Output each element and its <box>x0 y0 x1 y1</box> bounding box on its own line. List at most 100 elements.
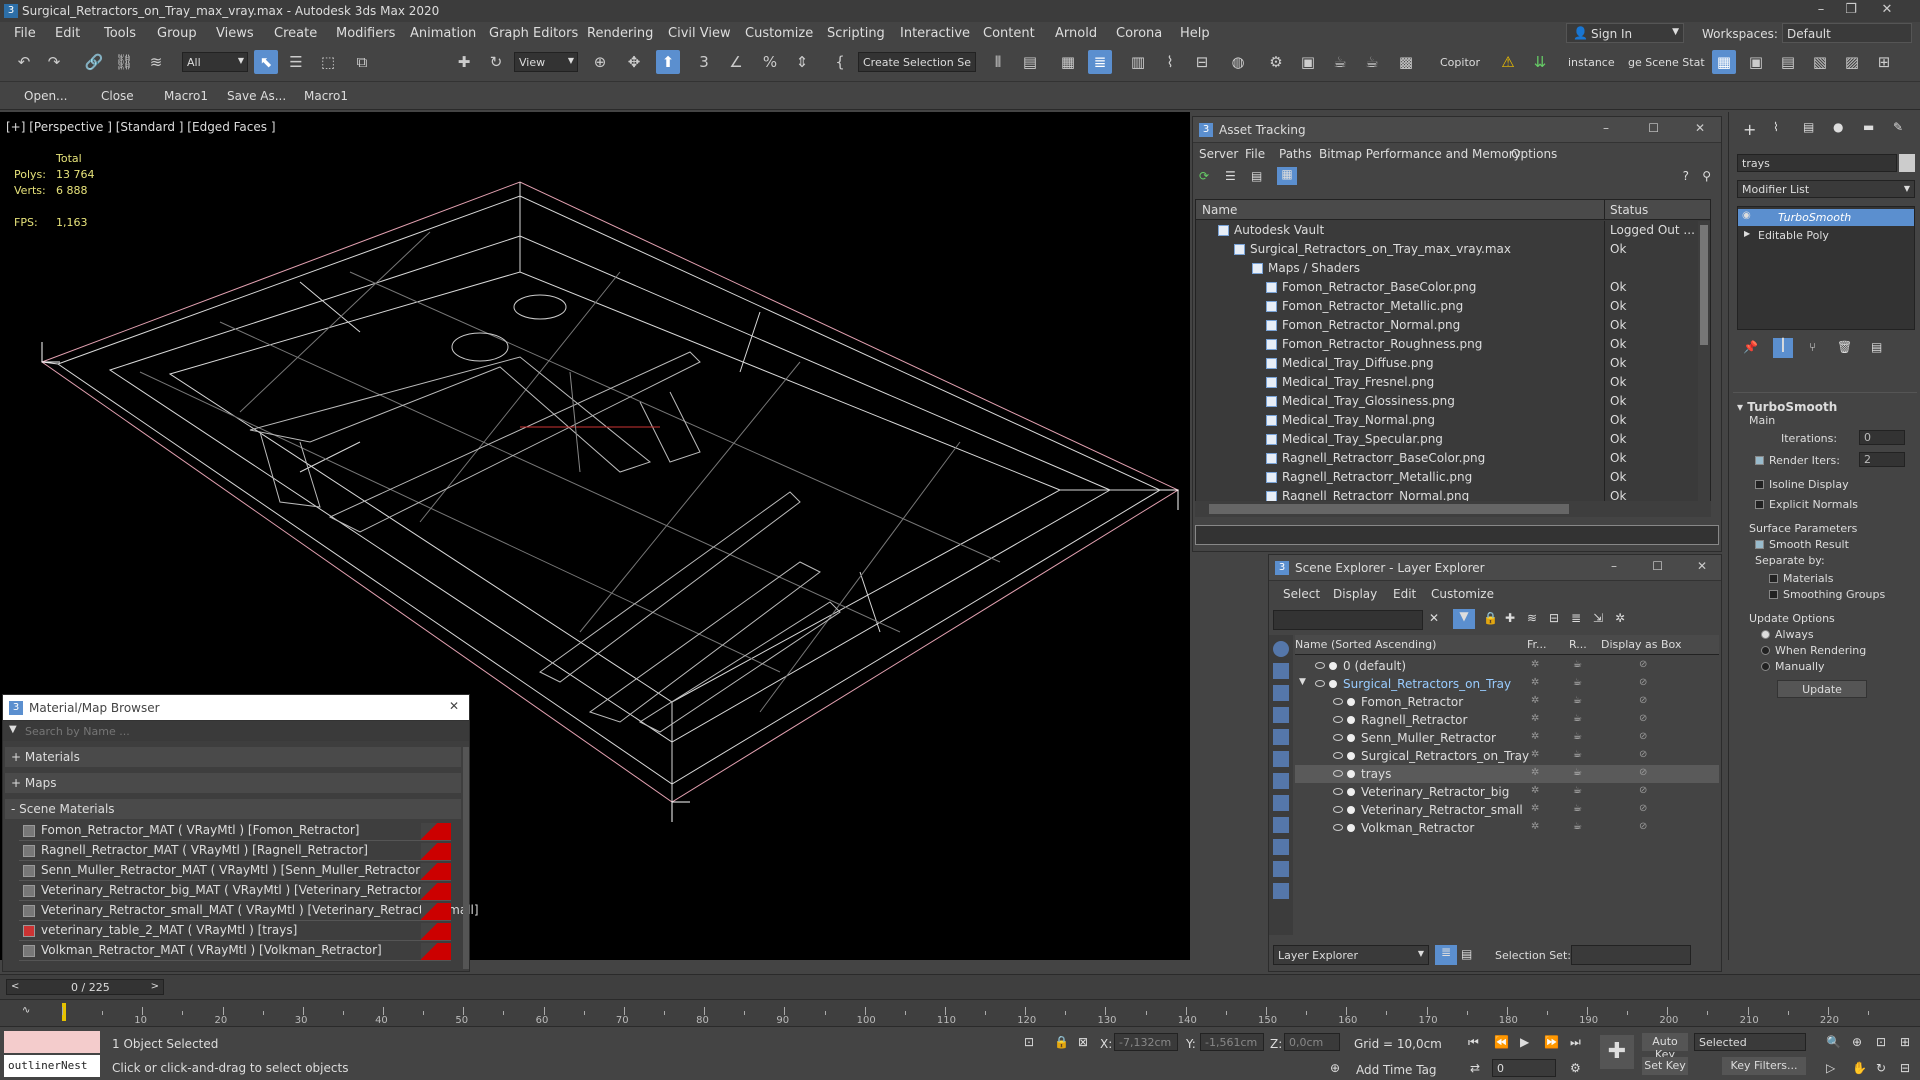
menu-interactive[interactable]: Interactive <box>900 26 970 41</box>
box-icon[interactable]: ⊘ <box>1639 767 1647 778</box>
layer-row[interactable]: Veterinary_Retractor_big ✲ ☕ ⊘ <box>1295 783 1719 801</box>
menu-group[interactable]: Group <box>157 26 197 41</box>
macro1-button-2[interactable]: Macro1 <box>304 89 348 103</box>
zoom-extents-icon[interactable]: ⊡ <box>1876 1035 1886 1049</box>
menu-corona[interactable]: Corona <box>1116 26 1162 41</box>
visibility-eye-icon[interactable] <box>1333 788 1343 795</box>
zoom-icon[interactable]: 🔍 <box>1826 1035 1841 1049</box>
expand-arrow-icon[interactable]: ▶ <box>1744 229 1750 238</box>
bind-space-warp-icon[interactable]: ≋ <box>144 50 168 74</box>
render-icon[interactable]: ☕ <box>1573 731 1582 742</box>
motion-tab-icon[interactable]: ● <box>1833 120 1843 134</box>
maximize-viewport-icon[interactable]: ⊞ <box>1872 50 1896 74</box>
pivot-center-icon[interactable]: ⊕ <box>588 50 612 74</box>
render-icon[interactable]: ☕ <box>1573 659 1582 670</box>
display-spacewarps-icon[interactable] <box>1273 751 1289 767</box>
scene-explorer-mode-icon[interactable]: ▤ <box>1461 947 1472 961</box>
column-renderable[interactable]: R... <box>1569 638 1587 651</box>
z-coordinate-field[interactable]: 0,0cm <box>1284 1033 1340 1051</box>
visibility-eye-icon[interactable] <box>1333 716 1343 723</box>
iterations-spinner[interactable]: 0 <box>1859 430 1905 445</box>
create-selection-set-dropdown[interactable]: Create Selection Se <box>858 52 976 72</box>
time-configuration-icon[interactable]: ⚙ <box>1570 1061 1581 1075</box>
search-options-icon[interactable]: ▼ <box>9 724 17 735</box>
group-scene-materials[interactable]: - Scene Materials <box>5 799 461 819</box>
freeze-icon[interactable]: ✲ <box>1531 767 1539 778</box>
find-field[interactable] <box>1273 610 1423 630</box>
time-slider[interactable]: < 0 / 225 > <box>6 979 164 995</box>
material-item[interactable]: Ragnell_Retractor_MAT ( VRayMtl ) [Ragne… <box>19 843 451 861</box>
listener-input[interactable]: outlinerNest <box>4 1055 100 1077</box>
rollout-title[interactable]: ▾ TurboSmooth <box>1737 400 1837 414</box>
box-icon[interactable]: ⊘ <box>1639 749 1647 760</box>
menu-edit[interactable]: Edit <box>1393 587 1416 601</box>
pan-icon[interactable]: ✋ <box>1852 1061 1867 1075</box>
show-end-result-icon[interactable]: ┃ <box>1773 338 1793 358</box>
layer-row[interactable]: Surgical_Retractors_on_Tray ✲ ☕ ⊘ <box>1295 747 1719 765</box>
lock-icon[interactable]: 🔒 <box>1483 611 1498 625</box>
column-name[interactable]: Name (Sorted Ascending) <box>1295 638 1436 651</box>
visibility-eye-icon[interactable] <box>1315 680 1325 687</box>
material-item[interactable]: Volkman_Retractor_MAT ( VRayMtl ) [Volkm… <box>19 943 451 961</box>
selection-set-dropdown[interactable] <box>1571 945 1691 965</box>
asset-row[interactable]: Fomon_Retractor_Roughness.png Ok <box>1196 335 1710 354</box>
maxscript-listener-mini[interactable] <box>4 1031 100 1053</box>
display-helpers-icon[interactable] <box>1273 729 1289 745</box>
menu-help[interactable]: Help <box>1180 26 1210 41</box>
material-item[interactable]: Veterinary_Retractor_small_MAT ( VRayMtl… <box>19 903 479 921</box>
render-production-icon[interactable]: ☕ <box>1328 50 1352 74</box>
chevron-double-down-icon[interactable]: ⇊ <box>1528 50 1552 74</box>
selection-lock-icon[interactable]: 🔒 <box>1054 1035 1069 1049</box>
lock-viewport-icon[interactable]: ▤ <box>1776 50 1800 74</box>
visibility-eye-icon[interactable] <box>1315 662 1325 669</box>
group-maps[interactable]: + Maps <box>5 773 461 793</box>
stack-item-turbosmooth[interactable]: ◉ TurboSmooth <box>1738 209 1914 226</box>
menu-file[interactable]: File <box>14 26 36 41</box>
x-coordinate-field[interactable]: -7,132cm <box>1114 1033 1178 1051</box>
render-icon[interactable]: ☕ <box>1573 785 1582 796</box>
prev-frame-icon[interactable]: < <box>11 981 19 992</box>
play-icon[interactable]: ▶ <box>1520 1035 1529 1049</box>
make-unique-icon[interactable]: ⑂ <box>1809 340 1816 354</box>
asset-row[interactable]: Fomon_Retractor_Normal.png Ok <box>1196 316 1710 335</box>
material-item[interactable]: Senn_Muller_Retractor_MAT ( VRayMtl ) [S… <box>19 863 451 881</box>
remove-modifier-icon[interactable]: 🗑 <box>1837 340 1852 354</box>
asset-row[interactable]: Surgical_Retractors_on_Tray_max_vray.max… <box>1196 240 1710 259</box>
curve-editor-icon[interactable]: ⌇ <box>1158 50 1182 74</box>
redo-icon[interactable]: ↷ <box>42 50 66 74</box>
refresh-icon[interactable]: ⟳ <box>1199 169 1209 183</box>
box-icon[interactable]: ⊘ <box>1639 803 1647 814</box>
visibility-eye-icon[interactable] <box>1333 698 1343 705</box>
update-always-radio[interactable]: Always <box>1761 628 1814 641</box>
rectangular-selection-icon[interactable]: ⬚ <box>316 50 340 74</box>
render-setup-icon[interactable]: ⚙ <box>1264 50 1288 74</box>
freeze-icon[interactable]: ✲ <box>1531 659 1539 670</box>
visibility-eye-icon[interactable] <box>1333 752 1343 759</box>
sign-in-button[interactable]: 👤 Sign In ▼ <box>1566 23 1684 43</box>
render-iters-checkbox[interactable]: Render Iters: <box>1755 454 1840 467</box>
absolute-mode-icon[interactable]: ⊠ <box>1078 1035 1088 1049</box>
restore-icon[interactable]: ☐ <box>1648 121 1659 135</box>
smooth-result-checkbox[interactable]: Smooth Result <box>1755 538 1849 551</box>
display-containers-icon[interactable] <box>1273 839 1289 855</box>
material-scrollbar[interactable] <box>463 747 469 969</box>
filter-icon[interactable]: ▼ <box>1453 609 1475 629</box>
layer-row[interactable]: Ragnell_Retractor ✲ ☕ ⊘ <box>1295 711 1719 729</box>
select-rotate-icon[interactable]: ↻ <box>484 50 508 74</box>
grid-view-icon[interactable]: ▦ <box>1277 167 1297 185</box>
box-icon[interactable]: ⊘ <box>1639 785 1647 796</box>
keyboard-shortcut-override-icon[interactable]: ⬆ <box>656 50 680 74</box>
menu-server[interactable]: Server <box>1199 147 1238 161</box>
add-time-tag[interactable]: Add Time Tag <box>1356 1063 1437 1077</box>
isoline-display-checkbox[interactable]: Isoline Display <box>1755 478 1849 491</box>
column-display-as-box[interactable]: Display as Box <box>1601 638 1681 651</box>
menu-create[interactable]: Create <box>274 26 317 41</box>
horizontal-scrollbar[interactable] <box>1195 501 1711 517</box>
y-coordinate-field[interactable]: -1,561cm <box>1200 1033 1264 1051</box>
asset-row[interactable]: Autodesk Vault Logged Out ... <box>1196 221 1710 240</box>
menu-file[interactable]: File <box>1245 147 1265 161</box>
render-icon[interactable]: ☕ <box>1573 713 1582 724</box>
freeze-icon[interactable]: ✲ <box>1531 749 1539 760</box>
render-icon[interactable]: ☕ <box>1573 767 1582 778</box>
configure-modifier-sets-icon[interactable]: ▤ <box>1871 340 1882 354</box>
